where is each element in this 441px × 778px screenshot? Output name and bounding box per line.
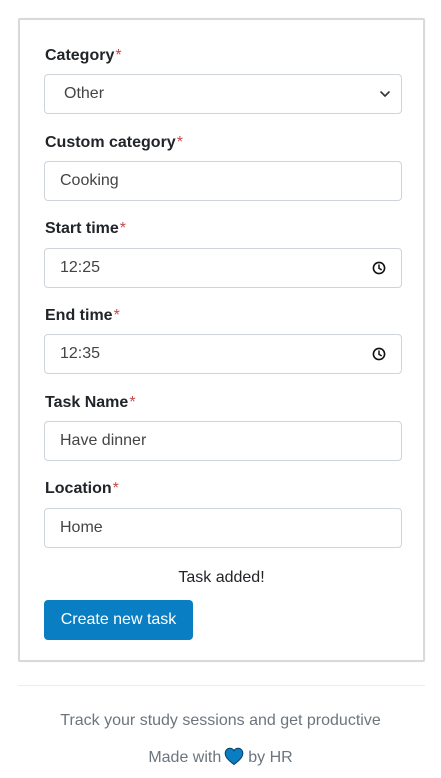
category-select[interactable]: Other xyxy=(44,74,402,114)
status-message: Task added! xyxy=(178,569,265,586)
task-name-label: Task Name* xyxy=(45,394,136,411)
category-selected-value: Other xyxy=(64,85,105,102)
task-form-card: Category* Other Custom category* Cooking… xyxy=(18,18,425,662)
chevron-down-icon xyxy=(369,75,401,113)
category-label: Category* xyxy=(45,47,122,64)
location-value: Home xyxy=(60,519,103,536)
required-marker: * xyxy=(113,307,120,324)
start-time-label: Start time* xyxy=(45,220,127,237)
end-time-input[interactable]: 12:35 xyxy=(44,334,402,374)
end-time-label: End time* xyxy=(45,307,120,324)
required-marker: * xyxy=(176,134,183,151)
task-name-input[interactable]: Have dinner xyxy=(44,421,402,461)
required-marker: * xyxy=(119,220,127,237)
made-with-text: Made with xyxy=(148,749,222,766)
heart-icon xyxy=(224,747,244,771)
required-marker: * xyxy=(112,480,119,497)
end-time-value: 12:35 xyxy=(60,345,101,362)
location-label: Location* xyxy=(45,480,119,497)
custom-category-value: Cooking xyxy=(60,172,119,189)
required-marker: * xyxy=(129,394,136,411)
task-name-value: Have dinner xyxy=(60,432,147,449)
start-time-value: 12:25 xyxy=(60,259,101,276)
custom-category-input[interactable]: Cooking xyxy=(44,161,402,201)
location-input[interactable]: Home xyxy=(44,508,402,548)
footer-divider xyxy=(18,685,425,686)
clock-icon[interactable] xyxy=(363,335,395,373)
footer-tagline: Track your study sessions and get produc… xyxy=(60,712,381,729)
start-time-input[interactable]: 12:25 xyxy=(44,248,402,288)
footer-credit: Made with by HR xyxy=(0,747,441,771)
clock-icon[interactable] xyxy=(363,249,395,287)
custom-category-label: Custom category* xyxy=(45,134,183,151)
create-task-button[interactable]: Create new task xyxy=(44,600,193,640)
by-author-text: by HR xyxy=(248,749,293,766)
required-marker: * xyxy=(115,47,122,64)
